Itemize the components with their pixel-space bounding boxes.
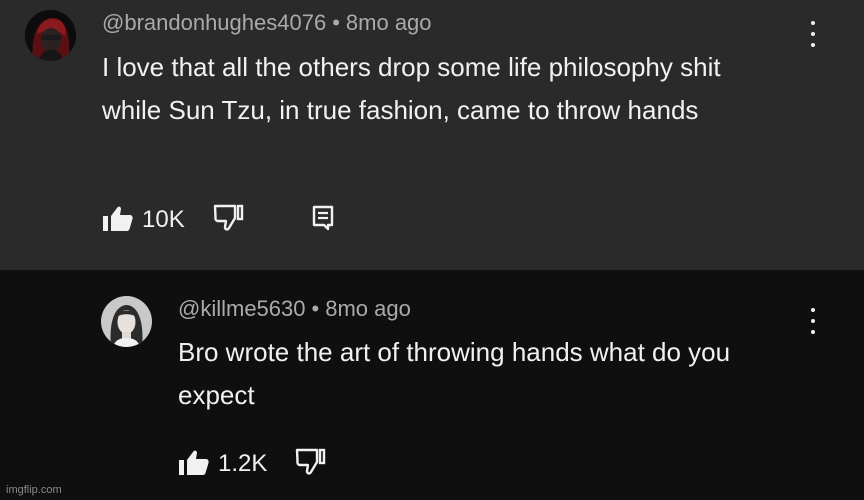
thumbs-up-icon[interactable] <box>102 204 134 237</box>
thumbs-down-icon[interactable] <box>213 204 245 237</box>
more-options-icon[interactable] <box>803 19 823 49</box>
comment-thread: @brandonhughes4076 • 8mo ago I love that a… <box>0 0 864 270</box>
more-options-icon[interactable] <box>803 306 823 336</box>
reply-icon[interactable] <box>311 204 337 237</box>
comment-text: Bro wrote the art of throwing hands what… <box>178 337 731 410</box>
avatar[interactable] <box>25 10 76 61</box>
meta-separator: • <box>332 10 340 35</box>
thumbs-down-icon[interactable] <box>295 448 327 481</box>
avatar[interactable] <box>101 296 152 347</box>
comment-meta: @brandonhughes4076 • 8mo ago <box>102 10 432 36</box>
comment-time[interactable]: 8mo ago <box>325 296 411 321</box>
like-count: 1.2K <box>218 450 268 477</box>
avatar-image <box>101 296 152 347</box>
author-name[interactable]: @killme5630 <box>178 296 306 321</box>
avatar-image <box>25 10 76 61</box>
meta-separator: • <box>311 296 320 321</box>
watermark: imgflip.com <box>6 484 62 496</box>
comment-actions: 10K <box>102 203 337 237</box>
thumbs-up-icon[interactable] <box>178 448 210 481</box>
comment-text: I love that all the others drop some lif… <box>102 52 721 125</box>
author-name[interactable]: @brandonhughes4076 <box>102 10 326 35</box>
comment-time[interactable]: 8mo ago <box>346 10 432 35</box>
comment-meta: @killme5630 • 8mo ago <box>178 296 411 322</box>
comment-actions: 1.2K <box>178 447 327 481</box>
like-count: 10K <box>142 206 185 233</box>
